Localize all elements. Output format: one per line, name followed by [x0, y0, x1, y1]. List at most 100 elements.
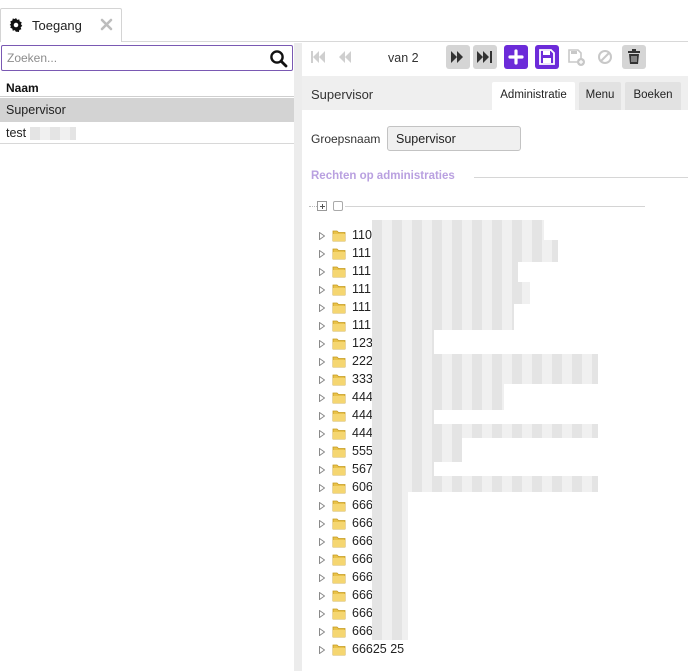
tree-node-label: 567: [352, 462, 373, 476]
expand-arrow-icon[interactable]: [319, 646, 325, 654]
tree-node[interactable]: 666: [312, 551, 688, 569]
folder-icon: [332, 356, 346, 368]
folder-icon: [332, 428, 346, 440]
tree-node-label: 666: [352, 516, 373, 530]
list-item-label: Supervisor: [6, 103, 66, 117]
expand-arrow-icon[interactable]: [319, 448, 325, 456]
redacted-block: [372, 462, 434, 476]
expand-arrow-icon[interactable]: [319, 466, 325, 474]
expand-arrow-icon[interactable]: [319, 430, 325, 438]
next-record-button[interactable]: [446, 45, 470, 69]
expand-arrow-icon[interactable]: [319, 250, 325, 258]
save-and-new-button[interactable]: [564, 45, 588, 69]
tree-node[interactable]: 666: [312, 497, 688, 515]
skip-first-icon: [311, 51, 325, 63]
floppy-disk-icon: [539, 49, 555, 65]
redacted-block: [372, 476, 598, 492]
expand-arrow-icon[interactable]: [319, 376, 325, 384]
previous-record-button[interactable]: [333, 45, 357, 69]
folder-icon: [332, 284, 346, 296]
list-divider: [0, 143, 294, 144]
expand-arrow-icon[interactable]: [319, 538, 325, 546]
expand-arrow-icon[interactable]: [319, 574, 325, 582]
groepsnaam-field[interactable]: Supervisor: [387, 126, 521, 151]
search-box: [1, 45, 293, 71]
header-divider: [0, 96, 294, 97]
search-icon[interactable]: [269, 49, 288, 68]
folder-icon: [332, 230, 346, 242]
expand-arrow-icon[interactable]: [319, 610, 325, 618]
tree-node-label: 222: [352, 354, 373, 368]
expand-arrow-icon[interactable]: [319, 412, 325, 420]
save-button[interactable]: [535, 45, 559, 69]
add-button[interactable]: [504, 45, 528, 69]
close-icon[interactable]: [100, 18, 113, 31]
tree-node-label: 666: [352, 498, 373, 512]
search-input[interactable]: [7, 49, 262, 67]
folder-icon: [332, 392, 346, 404]
folder-icon: [332, 482, 346, 494]
tree-node-label: 111: [352, 318, 372, 332]
expand-arrow-icon[interactable]: [319, 358, 325, 366]
splitter[interactable]: [294, 43, 302, 671]
expand-arrow-icon[interactable]: [319, 322, 325, 330]
delete-button[interactable]: [622, 45, 646, 69]
redacted-block: [372, 220, 544, 240]
tree-node[interactable]: 555: [312, 443, 688, 461]
folder-icon: [332, 266, 346, 278]
list-item[interactable]: test: [0, 121, 294, 145]
list-item[interactable]: Supervisor: [0, 98, 294, 122]
expand-arrow-icon[interactable]: [319, 232, 325, 240]
list-item-label: test: [6, 126, 27, 140]
tab-toegang[interactable]: Toegang: [0, 8, 122, 42]
expand-arrow-icon[interactable]: [319, 304, 325, 312]
tree-node-label: 444: [352, 390, 373, 404]
tree-node[interactable]: 66625 25: [312, 641, 688, 659]
groepsnaam-label: Groepsnaam: [311, 132, 381, 146]
tree-connector: [309, 206, 317, 207]
expand-arrow-icon[interactable]: [319, 286, 325, 294]
expand-arrow-icon[interactable]: [319, 394, 325, 402]
expand-arrow-icon[interactable]: [319, 520, 325, 528]
expand-arrow-icon[interactable]: [319, 592, 325, 600]
tree-node-label: 555: [352, 444, 373, 458]
tree-node[interactable]: 666: [312, 623, 688, 641]
tree-node-label: 606: [352, 480, 373, 494]
folder-icon: [332, 644, 346, 656]
folder-icon: [332, 500, 346, 512]
skip-last-icon: [477, 51, 492, 63]
tree-node[interactable]: 666: [312, 569, 688, 587]
tree-node[interactable]: 666: [312, 587, 688, 605]
trash-icon: [628, 49, 640, 64]
select-all-checkbox[interactable]: [333, 201, 343, 211]
tree-node[interactable]: 666: [312, 605, 688, 623]
tab-menu[interactable]: Menu: [579, 82, 621, 110]
last-record-button[interactable]: [473, 45, 497, 69]
record-toolbar: van 2: [302, 43, 688, 73]
folder-icon: [332, 464, 346, 476]
expand-arrow-icon[interactable]: [319, 268, 325, 276]
tree-node[interactable]: 666: [312, 515, 688, 533]
tree-node[interactable]: 666: [312, 533, 688, 551]
tree-node[interactable]: 123: [312, 335, 688, 353]
expand-arrow-icon[interactable]: [319, 556, 325, 564]
first-record-button[interactable]: [306, 45, 330, 69]
tab-boeken[interactable]: Boeken: [625, 82, 681, 110]
plus-icon: [320, 204, 325, 209]
tree-node-label: 666: [352, 552, 373, 566]
expand-arrow-icon[interactable]: [319, 628, 325, 636]
tab-administratie[interactable]: Administratie: [492, 82, 575, 110]
fast-forward-icon: [451, 51, 463, 63]
expand-arrow-icon[interactable]: [319, 484, 325, 492]
expand-all-toggle[interactable]: [317, 201, 327, 211]
section-title: Rechten op administraties: [311, 170, 455, 182]
folder-icon: [332, 626, 346, 638]
save-plus-icon: [568, 49, 585, 66]
tab-strip: Toegang: [0, 0, 688, 42]
folder-icon: [332, 374, 346, 386]
cancel-button[interactable]: [593, 45, 617, 69]
expand-arrow-icon[interactable]: [319, 502, 325, 510]
expand-arrow-icon[interactable]: [319, 340, 325, 348]
detail-header: Supervisor Administratie Menu Boeken: [302, 76, 688, 110]
column-header-naam[interactable]: Naam: [6, 81, 39, 95]
